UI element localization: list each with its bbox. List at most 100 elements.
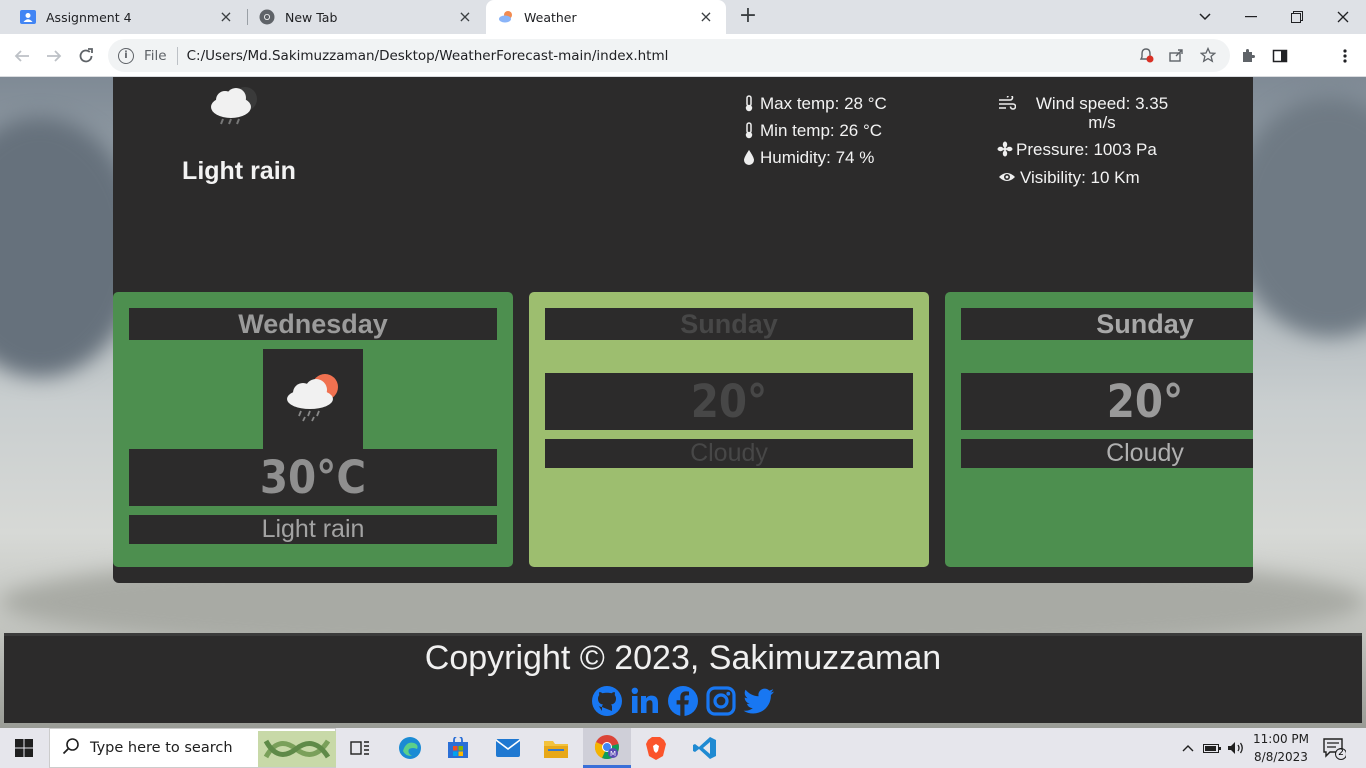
search-highlight-icon[interactable] [258, 731, 336, 767]
forecast-icon-box [263, 349, 363, 449]
chrome-taskbar-icon[interactable]: M [583, 728, 631, 768]
forecast-day: Wednesday [129, 308, 497, 340]
forecast-temp: 20° [961, 373, 1253, 430]
reload-button[interactable] [72, 42, 100, 70]
new-tab-button[interactable]: + [736, 5, 760, 29]
visibility-text: Visibility: 10 Km [1020, 168, 1140, 187]
svg-text:M: M [610, 750, 616, 758]
forecast-day: Sunday [545, 308, 913, 340]
brave-icon[interactable] [632, 728, 680, 768]
windows-start-button[interactable] [0, 728, 48, 768]
search-icon [62, 737, 80, 759]
windows-logo-icon [15, 739, 33, 757]
forward-button[interactable] [40, 42, 68, 70]
facebook-icon[interactable] [667, 685, 699, 717]
min-temp-text: Min temp: 26 °C [760, 121, 883, 140]
clock-time: 11:00 PM [1253, 732, 1309, 746]
min-temp-stat: Min temp: 26 °C [741, 121, 882, 141]
humidity-text: Humidity: 74 % [760, 148, 875, 167]
tab-search-icon[interactable] [1182, 0, 1228, 34]
rain-cloud-icon [205, 83, 261, 131]
forecast-card: Wednesday 30°C Light rain [113, 292, 513, 567]
mail-icon[interactable] [484, 728, 532, 768]
forecast-desc: Cloudy [961, 439, 1253, 468]
microsoft-store-icon[interactable] [434, 728, 482, 768]
pressure-stat: Pressure: 1003 Pa [997, 140, 1157, 160]
extensions-icon[interactable] [1237, 45, 1259, 67]
fan-icon [997, 140, 1013, 158]
taskbar-search-box[interactable]: Type here to search [49, 728, 336, 768]
address-bar[interactable]: i File C:/Users/Md.Sakimuzzaman/Desktop/… [108, 39, 1230, 72]
rain-sun-cloud-icon [287, 374, 338, 422]
show-hidden-icons[interactable] [1178, 728, 1198, 768]
url-divider [176, 46, 178, 65]
browser-toolbar: i File C:/Users/Md.Sakimuzzaman/Desktop/… [0, 34, 1366, 100]
forecast-card: Sunday 20° Cloudy [945, 292, 1253, 567]
max-temp-stat: Max temp: 28 °C [741, 94, 887, 114]
max-temp-text: Max temp: 28 °C [760, 94, 887, 113]
google-classroom-icon [20, 9, 36, 25]
close-tab-icon[interactable]: × [698, 9, 714, 25]
tab-new-tab[interactable]: New Tab × [247, 0, 485, 34]
page-viewport: Light rain Max temp: 28 °C Min temp: 26 … [0, 77, 1366, 728]
close-tab-icon[interactable]: × [457, 9, 473, 25]
battery-icon[interactable] [1202, 728, 1222, 768]
forecast-desc: Light rain [129, 515, 497, 544]
github-icon[interactable] [591, 685, 623, 717]
visibility-stat: Visibility: 10 Km [997, 168, 1140, 188]
weather-favicon-icon [498, 9, 514, 25]
page-footer: Copyright © 2023, Sakimuzzaman [4, 633, 1362, 723]
forecast-day: Sunday [961, 308, 1253, 340]
vscode-icon[interactable] [681, 728, 729, 768]
wind-icon [997, 94, 1017, 112]
forecast-temp: 30°C [129, 449, 497, 506]
blocked-notifications-icon[interactable] [1136, 45, 1156, 65]
file-explorer-icon[interactable] [532, 728, 580, 768]
chrome-icon [259, 9, 275, 25]
instagram-icon[interactable] [705, 685, 737, 717]
site-info-icon[interactable]: i [118, 47, 134, 64]
notification-center-icon[interactable]: 2 [1322, 736, 1347, 760]
tab-title: Assignment 4 [46, 9, 132, 25]
url-text: C:/Users/Md.Sakimuzzaman/Desktop/Weather… [186, 47, 669, 64]
windows-taskbar: Type here to search M 11:00 PM 8/8/2023 [0, 728, 1366, 768]
forecast-temp: 20° [545, 373, 913, 430]
taskbar-clock[interactable]: 11:00 PM 8/8/2023 [1250, 730, 1312, 766]
edge-icon[interactable] [386, 728, 434, 768]
tab-strip: Assignment 4 × New Tab × Weather × + [0, 0, 1366, 34]
social-links [591, 685, 775, 717]
minimize-button[interactable] [1228, 0, 1274, 34]
eye-icon [997, 168, 1017, 186]
restore-button[interactable] [1274, 0, 1320, 34]
bookmark-star-icon[interactable] [1198, 45, 1218, 65]
chrome-menu-icon[interactable] [1334, 45, 1356, 67]
search-placeholder: Type here to search [90, 740, 233, 756]
clock-date: 8/8/2023 [1254, 750, 1308, 764]
notification-count: 2 [1338, 748, 1344, 758]
volume-icon[interactable] [1226, 728, 1246, 768]
side-panel-icon[interactable] [1269, 45, 1291, 67]
current-weather-card: Light rain Max temp: 28 °C Min temp: 26 … [113, 77, 1253, 583]
humidity-stat: Humidity: 74 % [741, 148, 874, 168]
droplet-icon [741, 148, 757, 166]
forecast-card: Sunday 20° Cloudy [529, 292, 929, 567]
linkedin-icon[interactable] [629, 685, 661, 717]
share-icon[interactable] [1166, 45, 1186, 65]
close-tab-icon[interactable]: × [218, 9, 234, 25]
task-view-icon[interactable] [336, 728, 384, 768]
wind-speed-text: Wind speed: 3.35 m/s [1035, 94, 1169, 132]
current-condition: Light rain [182, 157, 296, 185]
url-scheme: File [144, 47, 167, 64]
tab-title: Weather [524, 9, 577, 25]
pressure-text: Pressure: 1003 Pa [1016, 140, 1157, 159]
thermometer-icon [741, 121, 757, 139]
copyright-text: Copyright © 2023, Sakimuzzaman [424, 639, 942, 677]
tab-assignment[interactable]: Assignment 4 × [8, 0, 246, 34]
twitter-icon[interactable] [743, 685, 775, 717]
close-window-button[interactable] [1320, 0, 1366, 34]
forecast-desc: Cloudy [545, 439, 913, 468]
tab-title: New Tab [285, 9, 338, 25]
back-button[interactable] [8, 42, 36, 70]
wind-stat: Wind speed: 3.35 m/s [997, 94, 1177, 132]
tab-weather[interactable]: Weather × [486, 0, 726, 34]
